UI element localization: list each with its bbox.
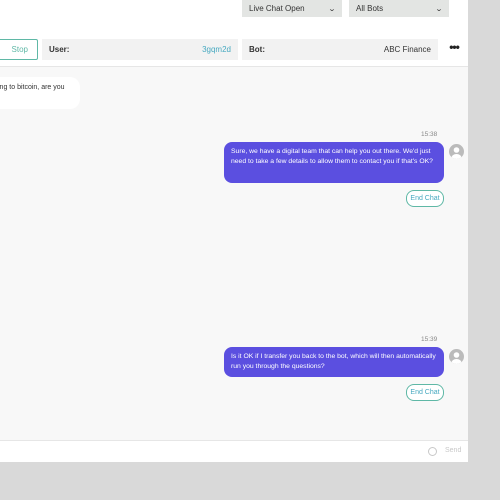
emoji-icon[interactable] [428,447,437,456]
bot-label: Bot: [249,45,265,54]
chat-status-value: Live Chat Open [249,4,305,13]
outgoing-message: Sure, we have a digital team that can he… [224,142,444,183]
message-composer[interactable]: Send [0,440,468,462]
bot-field: Bot: ABC Finance [242,39,438,60]
user-field: User: 3gqm2d [42,39,238,60]
end-chat-button[interactable]: End Chat [406,384,444,401]
agent-avatar-icon [449,349,464,364]
chat-transcript[interactable]: ing to bitcoin, are you 15:38 Sure, we h… [0,66,468,440]
message-timestamp: 15:38 [421,131,438,138]
user-label: User: [49,45,70,54]
send-button[interactable]: Send [445,447,461,454]
incoming-message: ing to bitcoin, are you [0,77,80,109]
bot-name: ABC Finance [383,45,431,54]
agent-avatar-icon [449,144,464,159]
chat-status-dropdown[interactable]: Live Chat Open ⌄ [242,0,342,17]
message-timestamp: 15:39 [421,336,438,343]
bot-filter-value: All Bots [356,4,384,13]
outgoing-message: Is it OK if I transfer you back to the b… [224,347,444,377]
chevron-down-icon: ⌄ [327,5,337,13]
end-chat-button[interactable]: End Chat [406,190,444,207]
live-chat-app: Live Chat Open ⌄ All Bots ⌄ Stop User: 3… [0,0,468,462]
more-options-icon[interactable]: ••• [446,41,462,56]
chevron-down-icon: ⌄ [434,5,444,13]
user-id-link[interactable]: 3gqm2d [202,45,231,54]
stop-button[interactable]: Stop [0,39,38,60]
bot-filter-dropdown[interactable]: All Bots ⌄ [349,0,449,17]
